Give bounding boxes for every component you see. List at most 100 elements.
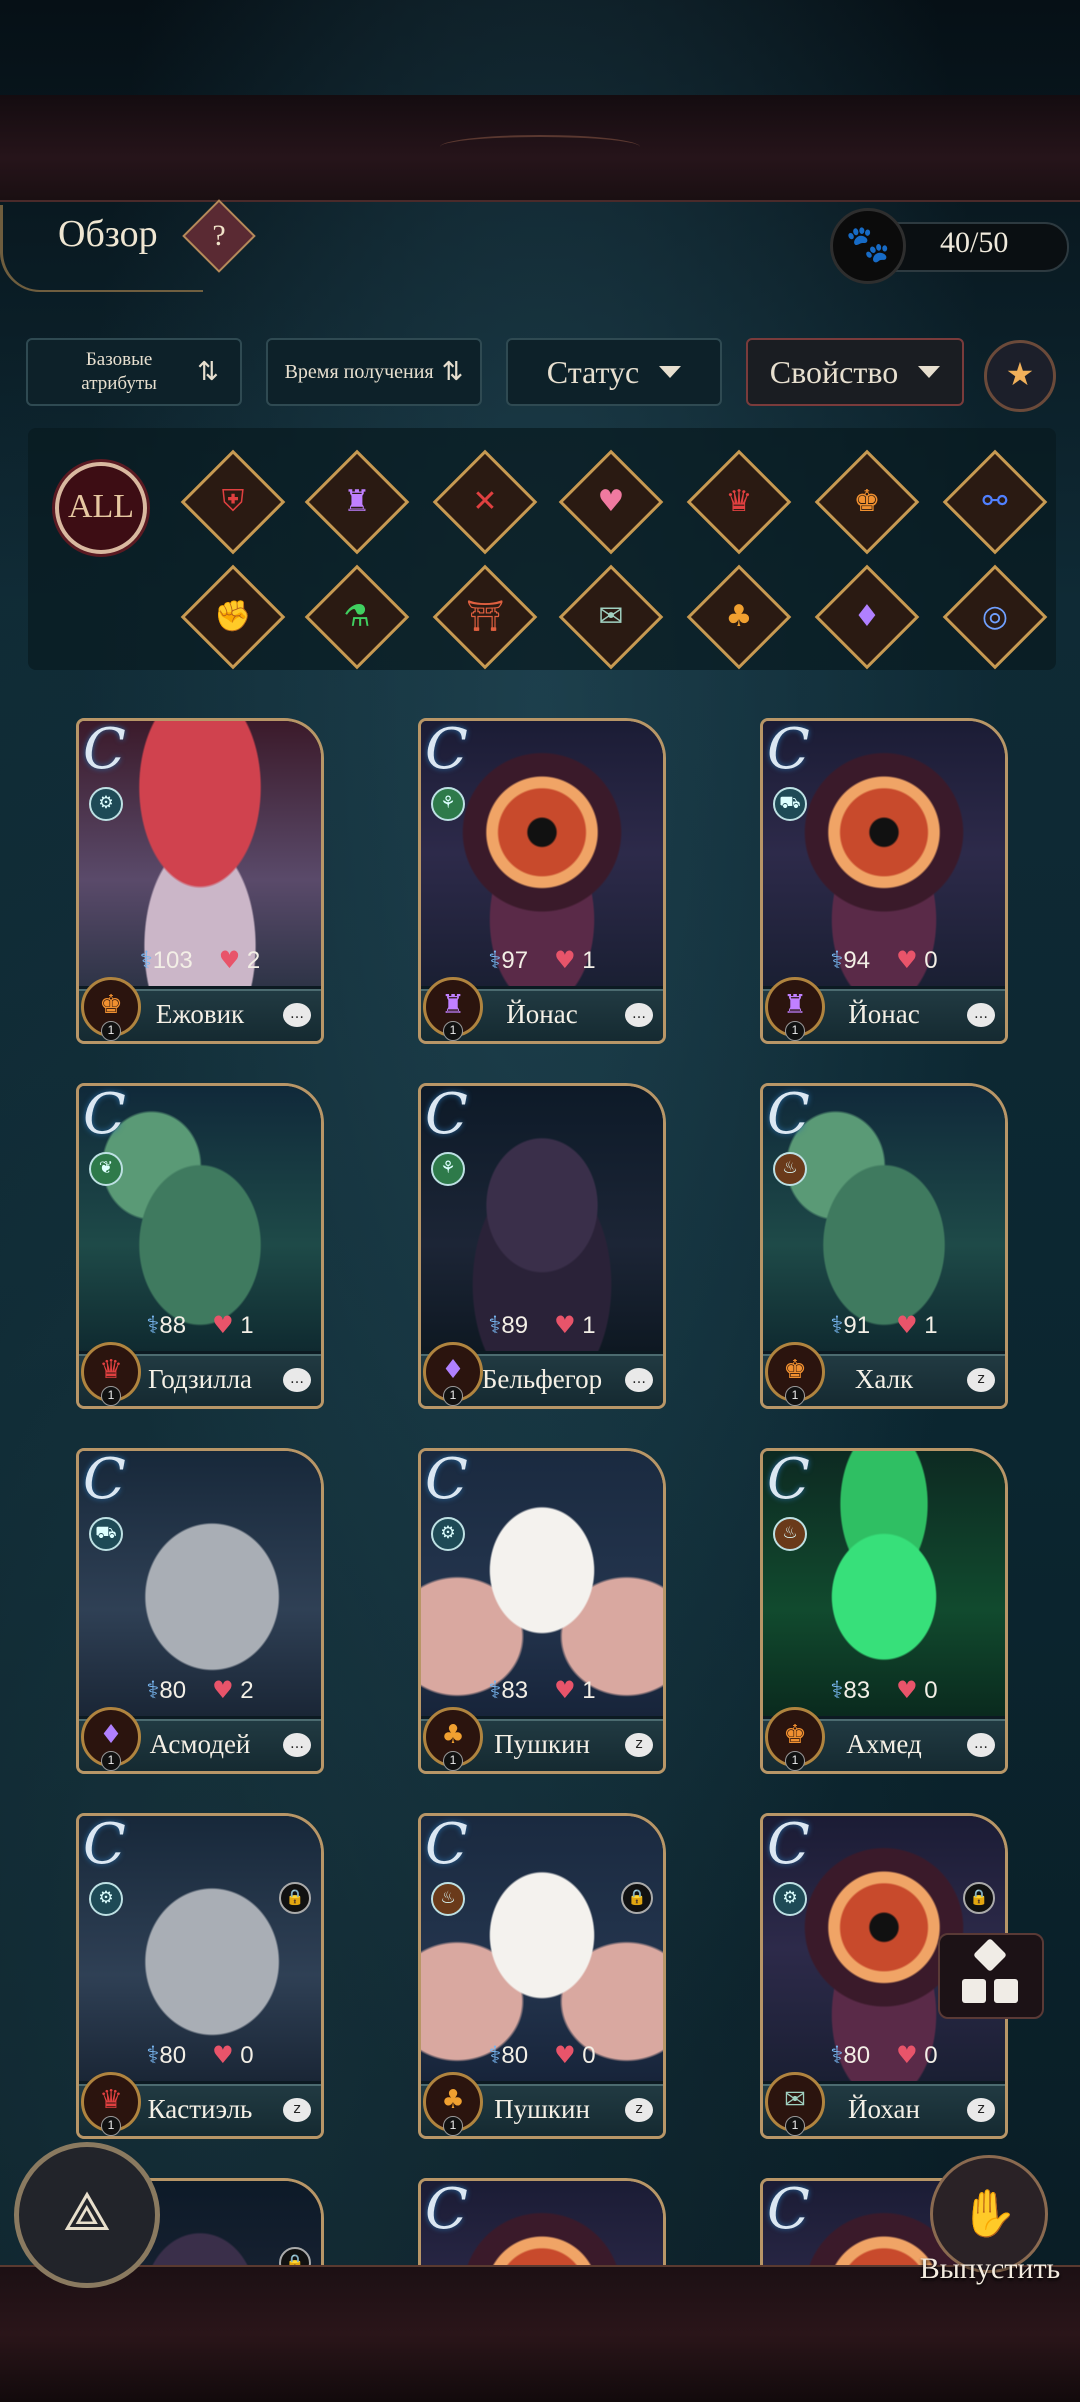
heart-icon: ♥	[896, 946, 918, 974]
lock-icon: 🔒	[963, 1882, 995, 1914]
pet-card[interactable]: C ❦ ⚕88 ♥ 1 Годзилла… ♛ 1	[76, 1083, 324, 1409]
chat-bubble-icon: …	[967, 1733, 995, 1757]
dna-icon: ⚕	[139, 946, 153, 974]
gear-icon: ⚙	[773, 1882, 807, 1916]
broom-icon: ⚘	[431, 787, 465, 821]
grade-badge: C	[425, 1813, 468, 1877]
level-badge: 1	[785, 1386, 805, 1406]
pot-icon: ♨	[773, 1517, 807, 1551]
dna-icon: ⚕	[488, 2041, 502, 2069]
grade-badge: C	[767, 718, 810, 782]
level-badge: 1	[785, 1751, 805, 1771]
dna-icon: ⚕	[830, 1311, 844, 1339]
pet-stats: ⚕80 ♥ 0	[146, 2041, 254, 2069]
pet-stats: ⚕80 ♥ 0	[488, 2041, 596, 2069]
pet-capacity: 🐾 40/50	[830, 208, 1070, 284]
pet-stats: ⚕91 ♥ 1	[830, 1311, 938, 1339]
level-badge: 1	[443, 2116, 463, 2136]
dropdown-arrow-icon	[918, 366, 941, 378]
pet-stats: ⚕80 ♥ 0	[830, 2041, 938, 2069]
property-dropdown[interactable]: Свойство	[746, 338, 964, 406]
page-title: Обзор	[58, 213, 158, 255]
sleep-bubble-icon: z	[967, 1368, 995, 1392]
pet-card[interactable]: C ⛟ ⚕94 ♥ 0 Йонас… ♜ 1	[760, 718, 1008, 1044]
grade-badge: C	[425, 1083, 468, 1147]
level-badge: 1	[443, 1751, 463, 1771]
dropdown-arrow-icon	[659, 366, 682, 378]
heart-icon: ♥	[896, 2041, 918, 2069]
dna-icon: ⚕	[146, 2041, 160, 2069]
release-label[interactable]: Выпустить	[905, 2252, 1075, 2286]
cart-icon: ⛟	[773, 787, 807, 821]
dna-icon: ⚕	[488, 1311, 502, 1339]
level-badge: 1	[101, 1751, 121, 1771]
heart-icon: ♥	[554, 946, 576, 974]
pet-card[interactable]: C ⚘ ⚕97 ♥ 1 Йонас… ♜ 1	[418, 718, 666, 1044]
leaf-icon: ❦	[89, 1152, 123, 1186]
gear-icon: ⚙	[431, 1517, 465, 1551]
sleep-bubble-icon: z	[625, 1733, 653, 1757]
grade-badge: C	[83, 1813, 126, 1877]
pet-card[interactable]: C ⚙ 🔒 ⚕80 ♥ 0 Кастиэль z ♛ 1	[76, 1813, 324, 2139]
grade-badge: C	[83, 1083, 126, 1147]
sleep-bubble-icon: z	[283, 2098, 311, 2122]
heart-icon: ♥	[212, 1676, 234, 1704]
grade-badge: C	[83, 718, 126, 782]
heart-icon: ♥	[212, 1311, 234, 1339]
dna-icon: ⚕	[146, 1311, 160, 1339]
grade-badge: C	[425, 718, 468, 782]
pet-stats: ⚕103 ♥ 2	[139, 946, 261, 974]
sort-icon: ⇅	[441, 357, 464, 387]
pet-card[interactable]: C ⛟ ⚕80 ♥ 2 Асмодей… ♦ 1	[76, 1448, 324, 1774]
main-menu-button[interactable]: ⟁	[14, 2142, 160, 2288]
pet-stats: ⚕83 ♥ 1	[488, 1676, 596, 1704]
pet-card[interactable]: C ♨ 🔒 ⚕80 ♥ 0 Пушкин z ♣ 1	[418, 1813, 666, 2139]
capacity-count: 40/50	[940, 226, 1009, 259]
status-dropdown[interactable]: Статус	[506, 338, 722, 406]
sort-base-attributes-button[interactable]: Базовые атрибуты ⇅	[26, 338, 242, 406]
grid-icon	[962, 1979, 986, 2003]
chat-bubble-icon: …	[283, 1733, 311, 1757]
sort-obtain-time-button[interactable]: Время получения ⇅	[266, 338, 482, 406]
sort-icon: ⇅	[197, 357, 219, 387]
gear-icon: ⚙	[89, 787, 123, 821]
grid-icon	[994, 1979, 1018, 2003]
broom-icon: ⚘	[431, 1152, 465, 1186]
dna-icon: ⚕	[146, 1676, 160, 1704]
layout-grid-button[interactable]	[938, 1933, 1044, 2019]
level-badge: 1	[785, 2116, 805, 2136]
heart-icon: ♥	[554, 1311, 576, 1339]
heart-icon: ♥	[212, 2041, 234, 2069]
heart-icon: ♥	[554, 1676, 576, 1704]
top-ornament-frame	[0, 95, 1080, 202]
pet-card[interactable]: C ⚙ ⚕103 ♥ 2 Ежовик… ♚ 1	[76, 718, 324, 1044]
pet-card[interactable]: C ⚘ ⚕89 ♥ 1 Бельфегор… ♦ 1	[418, 1083, 666, 1409]
grid-icon	[973, 1938, 1007, 1972]
sleep-bubble-icon: z	[625, 2098, 653, 2122]
favorite-star-button[interactable]: ★	[984, 340, 1056, 412]
pot-icon: ♨	[431, 1882, 465, 1916]
lock-icon: 🔒	[621, 1882, 653, 1914]
grade-badge: C	[767, 2178, 810, 2242]
pet-card[interactable]: C ⚙ ⚕83 ♥ 1 Пушкин z ♣ 1	[418, 1448, 666, 1774]
pet-stats: ⚕94 ♥ 0	[830, 946, 938, 974]
grade-badge: C	[425, 2178, 468, 2242]
dna-icon: ⚕	[830, 946, 844, 974]
pet-stats: ⚕97 ♥ 1	[488, 946, 596, 974]
pet-card[interactable]: C ♨ ⚕83 ♥ 0 Ахмед… ♚ 1	[760, 1448, 1008, 1774]
grade-badge: C	[767, 1083, 810, 1147]
level-badge: 1	[101, 2116, 121, 2136]
level-badge: 1	[785, 1021, 805, 1041]
dna-icon: ⚕	[830, 2041, 844, 2069]
chat-bubble-icon: …	[283, 1368, 311, 1392]
attribute-all-button[interactable]: ALL	[55, 462, 147, 554]
heart-icon: ♥	[896, 1311, 918, 1339]
pet-stats: ⚕83 ♥ 0	[830, 1676, 938, 1704]
grade-badge: C	[767, 1448, 810, 1512]
pet-stats: ⚕80 ♥ 2	[146, 1676, 254, 1704]
dna-icon: ⚕	[830, 1676, 844, 1704]
grade-badge: C	[83, 1448, 126, 1512]
level-badge: 1	[443, 1021, 463, 1041]
pet-card[interactable]: C ♨ ⚕91 ♥ 1 Халк z ♚ 1	[760, 1083, 1008, 1409]
level-badge: 1	[101, 1021, 121, 1041]
